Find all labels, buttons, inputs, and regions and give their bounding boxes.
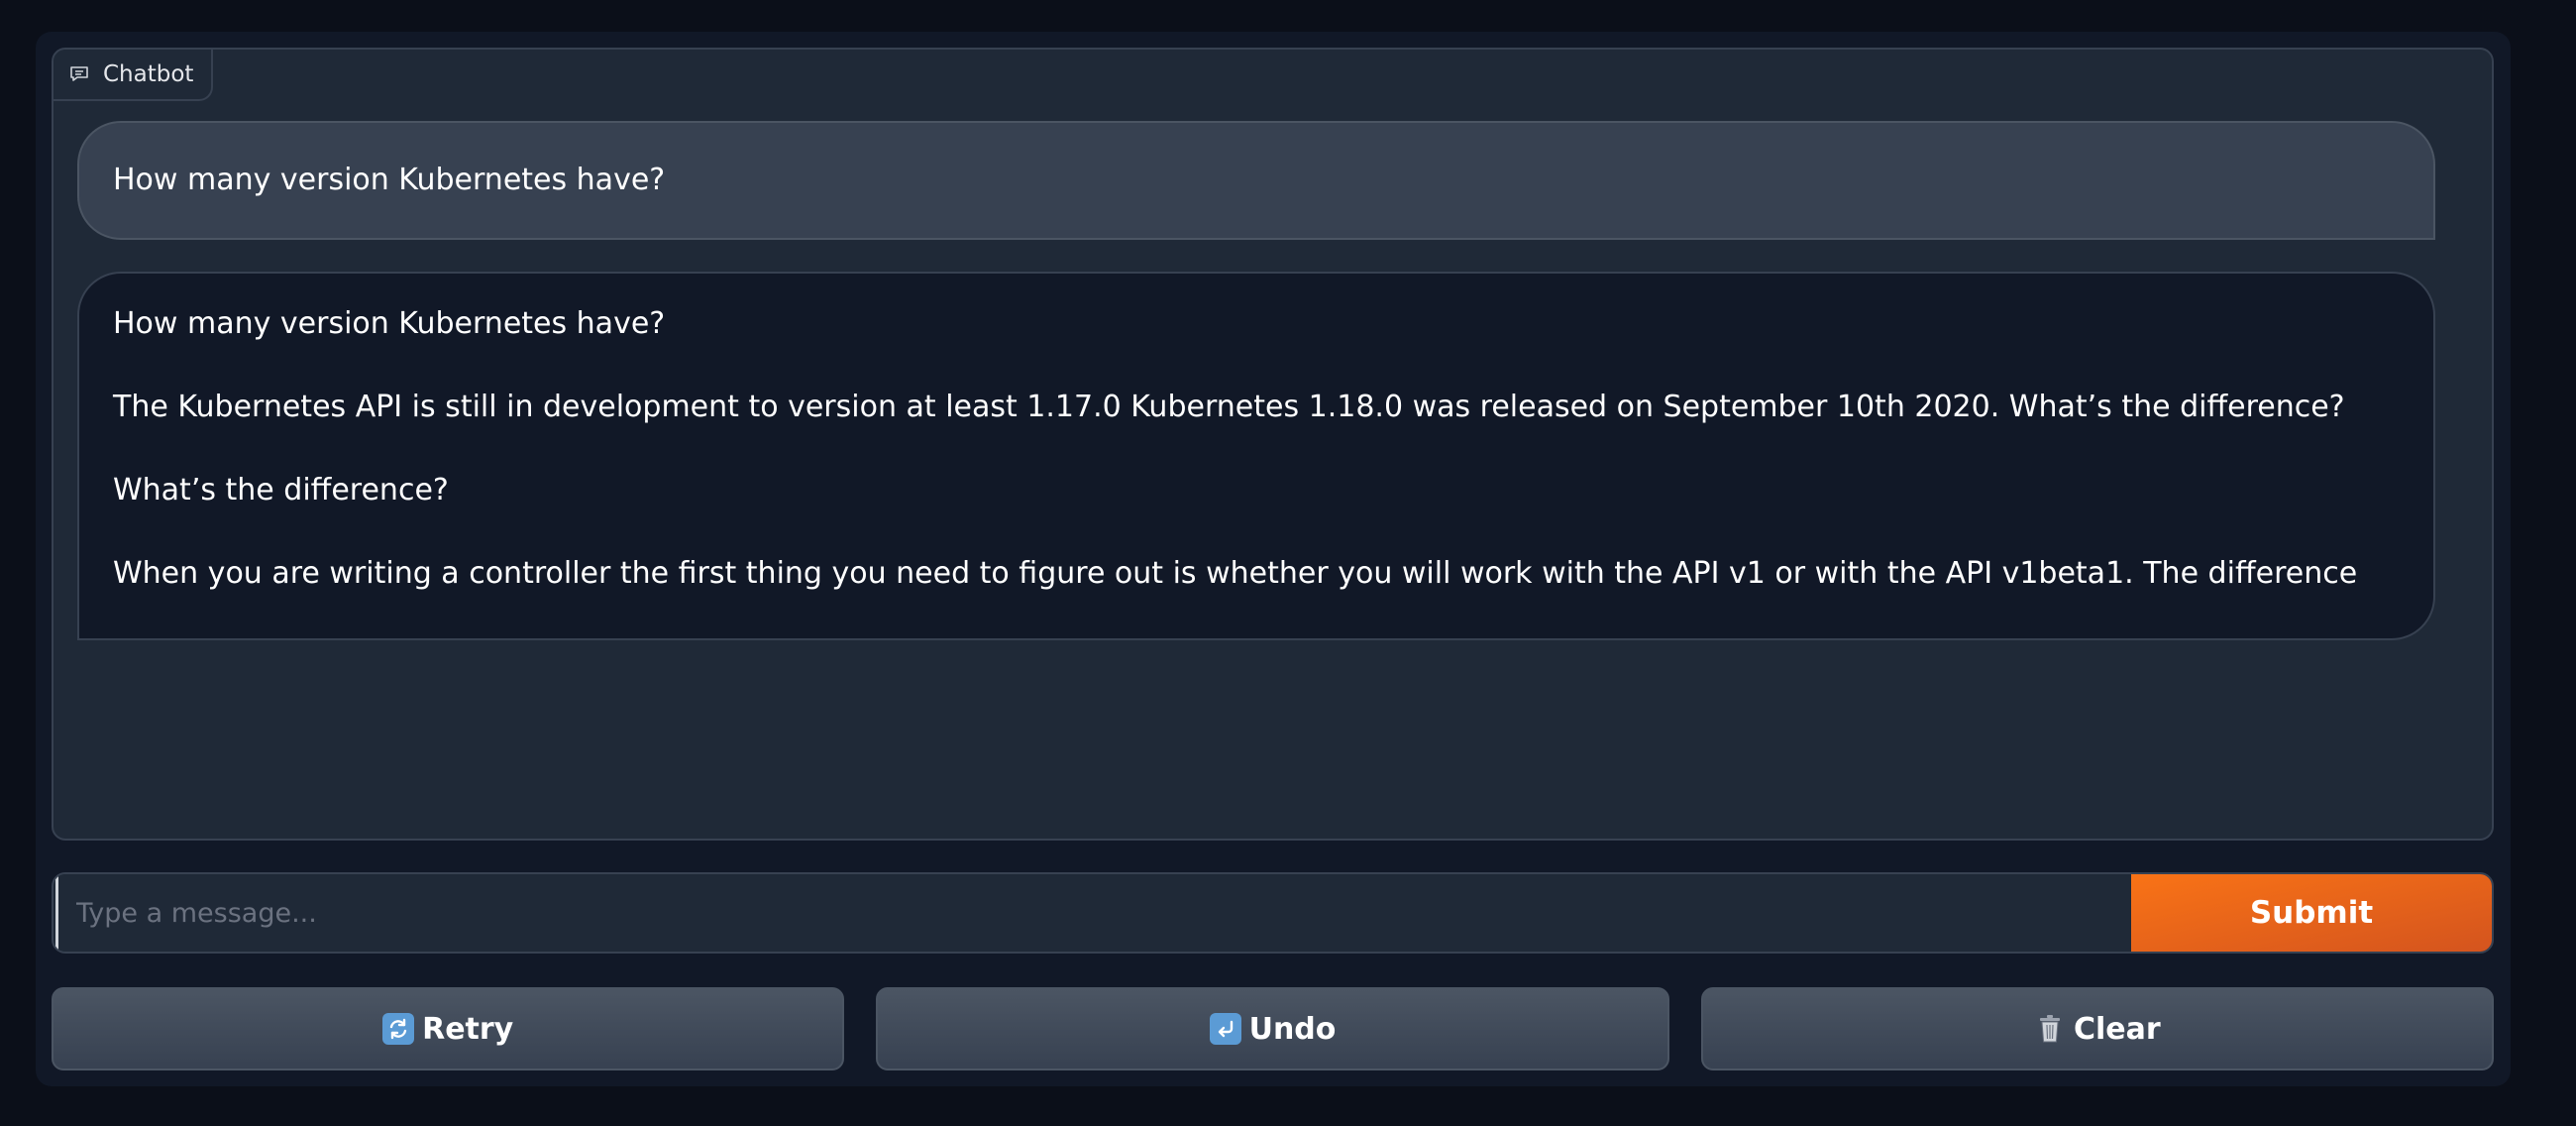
retry-icon — [382, 1013, 415, 1045]
undo-button[interactable]: Undo — [876, 987, 1669, 1070]
undo-icon — [1209, 1013, 1241, 1045]
action-button-row: Retry Undo Clear — [52, 987, 2494, 1070]
bot-message-paragraph: What’s the difference? — [113, 473, 449, 507]
submit-button[interactable]: Submit — [2131, 874, 2492, 952]
chat-bubble-icon — [69, 65, 89, 83]
retry-button[interactable]: Retry — [52, 987, 845, 1070]
clear-label: Clear — [2073, 1011, 2161, 1047]
message-input[interactable] — [55, 874, 2131, 952]
bot-message-paragraph: How many version Kubernetes have? — [113, 306, 666, 341]
clear-button[interactable]: Clear — [1700, 987, 2494, 1070]
trash-icon — [2034, 1013, 2066, 1045]
user-message: How many version Kubernetes have? — [77, 121, 2435, 240]
retry-label: Retry — [422, 1011, 514, 1047]
chatbot-label: Chatbot — [54, 50, 214, 101]
chatbot-label-text: Chatbot — [103, 61, 194, 87]
bot-message-paragraph: The Kubernetes API is still in developme… — [113, 390, 2345, 424]
user-message-text: How many version Kubernetes have? — [113, 163, 666, 197]
app-container: Chatbot How many version Kubernetes have… — [36, 32, 2511, 1086]
bot-message: How many version Kubernetes have? The Ku… — [77, 272, 2435, 640]
message-input-row: Submit — [52, 872, 2494, 954]
bot-message-paragraph: When you are writing a controller the fi… — [113, 556, 2358, 591]
undo-label: Undo — [1248, 1011, 1337, 1047]
chatbot-panel: Chatbot How many version Kubernetes have… — [52, 48, 2494, 841]
